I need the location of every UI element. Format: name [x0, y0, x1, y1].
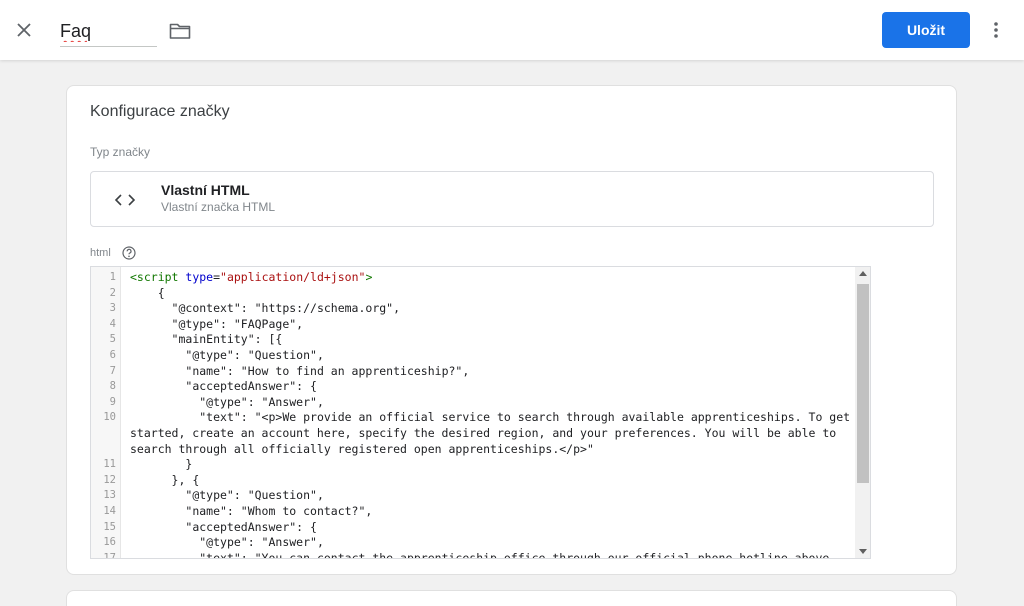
line-number: 11: [103, 458, 116, 471]
code-line: 17 "text": "You can contact the apprenti…: [91, 550, 856, 559]
code-token: "name": "Whom to contact?",: [130, 503, 373, 518]
code-text: "name": "Whom to contact?",: [118, 504, 856, 520]
close-icon[interactable]: [12, 18, 36, 42]
code-token: {: [130, 285, 165, 300]
line-number: 5: [109, 333, 116, 346]
html-code-editor[interactable]: 1 <script type="application/ld+json"> 2 {3…: [90, 266, 871, 559]
html-field-label: html: [90, 247, 111, 259]
code-text: <script type="application/ld+json">: [118, 270, 856, 286]
line-number: 8: [109, 380, 116, 393]
code-token: "acceptedAnswer": {: [130, 519, 317, 534]
code-token: }: [130, 457, 193, 472]
line-number: 9: [109, 395, 116, 408]
code-token: "@type": "Answer",: [130, 394, 324, 409]
code-text: "@type": "FAQPage",: [118, 317, 856, 333]
line-number: 10: [103, 411, 116, 424]
code-token: "text": "You can contact the apprentices…: [199, 550, 837, 559]
code-text: "@type": "Answer",: [118, 395, 856, 411]
code-token: "application/ld+json": [220, 270, 366, 284]
code-text: "mainEntity": [{: [118, 332, 856, 348]
code-line: 2 {: [91, 286, 856, 302]
code-text: "@type": "Question",: [118, 348, 856, 364]
code-token: "acceptedAnswer": {: [130, 379, 317, 394]
code-token: "@type": "FAQPage",: [130, 316, 304, 331]
line-number: 16: [103, 536, 116, 549]
code-text: "text": "You can contact the apprentices…: [118, 550, 856, 559]
code-token: }, {: [130, 472, 200, 487]
code-text: "name": "How to find an apprenticeship?"…: [118, 364, 856, 380]
line-number: 2: [109, 286, 116, 299]
code-line: 16 "@type": "Answer",: [91, 535, 856, 551]
scroll-up-icon[interactable]: [859, 271, 867, 276]
code-text: "acceptedAnswer": {: [118, 520, 856, 536]
line-number: 12: [103, 473, 116, 486]
code-line: 7 "name": "How to find an apprenticeship…: [91, 364, 856, 380]
code-token: type: [185, 270, 214, 284]
more-vert-icon[interactable]: [984, 18, 1008, 42]
code-token: >: [365, 270, 373, 284]
code-lines: 1 <script type="application/ld+json"> 2 {3…: [91, 270, 856, 559]
code-text: "acceptedAnswer": {: [118, 379, 856, 395]
line-number: 1: [109, 271, 116, 283]
code-line: 4 "@type": "FAQPage",: [91, 317, 856, 333]
code-text: "@type": "Answer",: [118, 535, 856, 551]
code-line: 8 "acceptedAnswer": {: [91, 379, 856, 395]
tag-name-input[interactable]: [60, 17, 157, 47]
code-icon: [113, 188, 137, 212]
code-token: "mainEntity": [{: [130, 332, 283, 347]
scrollbar-thumb[interactable]: [857, 284, 869, 483]
code-token: "@type": "Question",: [130, 488, 324, 503]
line-number: 14: [103, 504, 116, 517]
code-line: 5 "mainEntity": [{: [91, 332, 856, 348]
code-token: <script: [130, 270, 186, 284]
line-number: 4: [109, 317, 116, 330]
code-line: 9 "@type": "Answer",: [91, 395, 856, 411]
code-line: 11 }: [91, 457, 856, 473]
top-bar: Uložit: [0, 0, 1024, 60]
tag-configuration-card: Konfigurace značky Typ značky Vlastní HT…: [66, 85, 957, 575]
code-token: "@context": "https://schema.org",: [130, 301, 401, 316]
code-token: "name": "How to find an apprenticeship?"…: [130, 363, 470, 378]
line-number: 15: [103, 520, 116, 533]
code-line: 6 "@type": "Question",: [91, 348, 856, 364]
code-line: 3 "@context": "https://schema.org",: [91, 301, 856, 317]
code-text: }, {: [118, 473, 856, 489]
code-line: 1 <script type="application/ld+json">: [91, 270, 856, 286]
code-token: "text": "<p>We provide an official servi…: [130, 410, 858, 456]
line-number: 6: [109, 348, 116, 361]
tag-type-label: Typ značky: [90, 145, 151, 159]
triggering-card: [66, 590, 957, 606]
editor-scrollbar[interactable]: [855, 267, 870, 558]
line-number: 17: [103, 551, 116, 559]
code-token: "@type": "Answer",: [130, 535, 324, 550]
code-line: 12 }, {: [91, 473, 856, 489]
code-text: "@context": "https://schema.org",: [118, 301, 856, 317]
folder-icon[interactable]: [168, 19, 192, 43]
tag-type-title: Vlastní HTML: [161, 182, 250, 198]
code-text: {: [118, 286, 856, 302]
code-text: }: [118, 457, 856, 473]
help-icon[interactable]: [122, 246, 136, 260]
tag-type-selector[interactable]: Vlastní HTML Vlastní značka HTML: [90, 171, 934, 227]
card-title: Konfigurace značky: [90, 103, 230, 120]
code-text: "@type": "Question",: [118, 488, 856, 504]
line-number: 7: [109, 364, 116, 377]
code-line: 15 "acceptedAnswer": {: [91, 520, 856, 536]
scroll-down-icon[interactable]: [859, 549, 867, 554]
save-button[interactable]: Uložit: [882, 12, 970, 48]
code-token: "@type": "Question",: [130, 347, 324, 362]
code-token: =: [213, 270, 221, 284]
line-number: 3: [109, 302, 116, 315]
line-number: 13: [103, 489, 116, 502]
code-line: 10 "text": "<p>We provide an official se…: [91, 410, 856, 457]
code-line: 13 "@type": "Question",: [91, 488, 856, 504]
tag-type-subtitle: Vlastní značka HTML: [161, 200, 276, 214]
code-line: 14 "name": "Whom to contact?",: [91, 504, 856, 520]
code-text: "text": "<p>We provide an official servi…: [118, 410, 856, 457]
